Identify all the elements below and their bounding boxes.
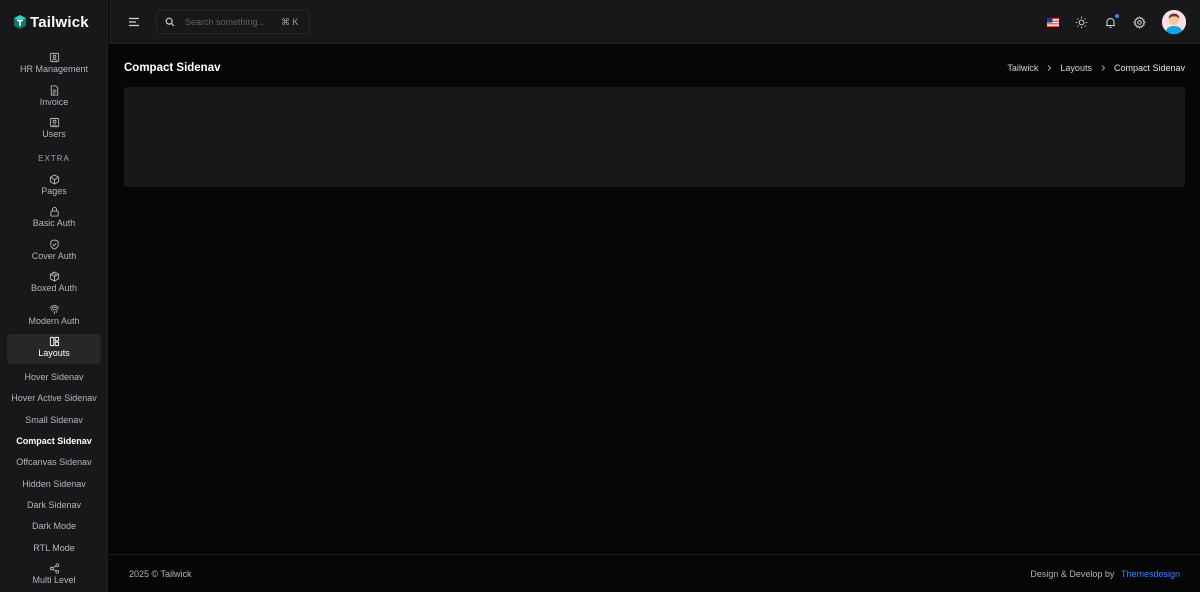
sidebar-item-label: HR Management xyxy=(19,64,89,74)
section-label-extra: EXTRA xyxy=(38,154,70,163)
sidebar-item-basic-auth[interactable]: Basic Auth xyxy=(7,204,101,234)
footer-copyright: 2025 © Tailwick xyxy=(129,568,192,579)
search-input[interactable] xyxy=(185,17,277,27)
user-avatar-icon xyxy=(1162,10,1186,34)
tailwick-logo-icon xyxy=(14,15,26,29)
file-text-icon xyxy=(50,84,58,96)
box-icon xyxy=(49,173,59,185)
sidebar-item-pages[interactable]: Pages xyxy=(7,172,101,202)
gear-icon[interactable] xyxy=(1133,15,1146,29)
search-shortcut: ⌘ K xyxy=(281,16,299,27)
sidebar-item-label: Pages xyxy=(41,185,67,196)
submenu-item-dark-sidenav[interactable]: Dark Sidenav xyxy=(0,494,108,515)
sidebar-item-label: Boxed Auth xyxy=(30,283,78,293)
sidebar-item-multi-level[interactable]: Multi Level xyxy=(7,561,101,591)
topbar: ⌘ K xyxy=(109,0,1200,44)
sidebar-item-users[interactable]: Users xyxy=(7,115,101,145)
app-root: Tailwick HR Management Invoice Users EXT… xyxy=(0,0,1200,592)
page-header: Compact Sidenav Tailwick Layouts Compact… xyxy=(124,60,1185,76)
menu-toggle-icon[interactable] xyxy=(127,15,141,29)
fingerprint-icon xyxy=(49,304,59,314)
layout-icon xyxy=(49,336,59,347)
sidebar-item-hr-management[interactable]: HR Management xyxy=(7,50,101,80)
share-icon xyxy=(49,563,59,574)
layouts-submenu: Hover Sidenav Hover Active Sidenav Small… xyxy=(0,367,108,559)
shield-check-icon xyxy=(49,238,59,250)
notifications-button[interactable] xyxy=(1104,13,1119,29)
brand-logo[interactable]: Tailwick xyxy=(0,0,107,44)
sidebar-item-label: Invoice xyxy=(39,96,69,107)
sidebar-item-layouts[interactable]: Layouts xyxy=(7,334,101,364)
package-icon xyxy=(49,271,59,282)
footer-credit: Design & Develop by Themesdesign xyxy=(1030,569,1180,579)
breadcrumb-item-current: Compact Sidenav xyxy=(1113,63,1185,73)
footer: 2025 © Tailwick Design & Develop by Them… xyxy=(109,554,1200,592)
sidebar-item-label: Multi Level xyxy=(32,575,76,586)
us-flag-icon[interactable] xyxy=(1047,17,1059,27)
page-title: Compact Sidenav xyxy=(124,62,221,74)
brand-name: Tailwick xyxy=(30,13,89,31)
submenu-item-dark-mode[interactable]: Dark Mode xyxy=(0,516,108,537)
search-icon xyxy=(165,17,175,27)
avatar[interactable] xyxy=(1162,10,1186,34)
breadcrumb-item-home[interactable]: Tailwick xyxy=(1007,63,1038,73)
sidebar: Tailwick HR Management Invoice Users EXT… xyxy=(0,0,108,592)
footer-credit-prefix: Design & Develop by xyxy=(1030,568,1115,579)
sidebar-item-label: Cover Auth xyxy=(31,250,77,261)
chevron-right-icon xyxy=(1101,65,1106,71)
lock-icon xyxy=(49,207,59,217)
submenu-item-hidden-sidenav[interactable]: Hidden Sidenav xyxy=(0,473,108,494)
content-card xyxy=(124,87,1185,187)
sidebar-item-cover-auth[interactable]: Cover Auth xyxy=(7,237,101,267)
sidebar-item-label: Users xyxy=(42,129,66,139)
sidebar-item-modern-auth[interactable]: Modern Auth xyxy=(7,302,101,332)
breadcrumb: Tailwick Layouts Compact Sidenav xyxy=(1007,63,1185,73)
search-box: ⌘ K xyxy=(156,10,310,34)
clipboard-user-icon xyxy=(49,52,59,63)
sidebar-item-label: Layouts xyxy=(38,348,70,358)
sidebar-item-invoice[interactable]: Invoice xyxy=(7,83,101,113)
submenu-item-small-sidenav[interactable]: Small Sidenav xyxy=(0,409,108,430)
submenu-item-offcanvas-sidenav[interactable]: Offcanvas Sidenav xyxy=(0,452,108,473)
main-content: Compact Sidenav Tailwick Layouts Compact… xyxy=(109,44,1200,554)
notification-dot xyxy=(1115,13,1119,18)
chevron-right-icon xyxy=(1048,65,1052,71)
sidebar-item-boxed-auth[interactable]: Boxed Auth xyxy=(7,269,101,299)
submenu-item-hover-sidenav[interactable]: Hover Sidenav xyxy=(0,367,108,388)
submenu-item-rtl-mode[interactable]: RTL Mode xyxy=(0,537,108,558)
submenu-item-compact-sidenav[interactable]: Compact Sidenav xyxy=(0,430,108,451)
user-square-icon xyxy=(49,117,59,128)
topbar-actions xyxy=(1047,10,1186,34)
sidebar-item-label: Basic Auth xyxy=(32,218,76,228)
sidebar-nav: HR Management Invoice Users EXTRA Pages xyxy=(0,50,108,592)
footer-credit-link[interactable]: Themesdesign xyxy=(1121,569,1180,579)
sun-icon[interactable] xyxy=(1075,16,1088,29)
breadcrumb-item-layouts[interactable]: Layouts xyxy=(1060,63,1092,73)
sidebar-item-label: Modern Auth xyxy=(28,315,80,326)
submenu-item-hover-active-sidenav[interactable]: Hover Active Sidenav xyxy=(0,388,108,409)
